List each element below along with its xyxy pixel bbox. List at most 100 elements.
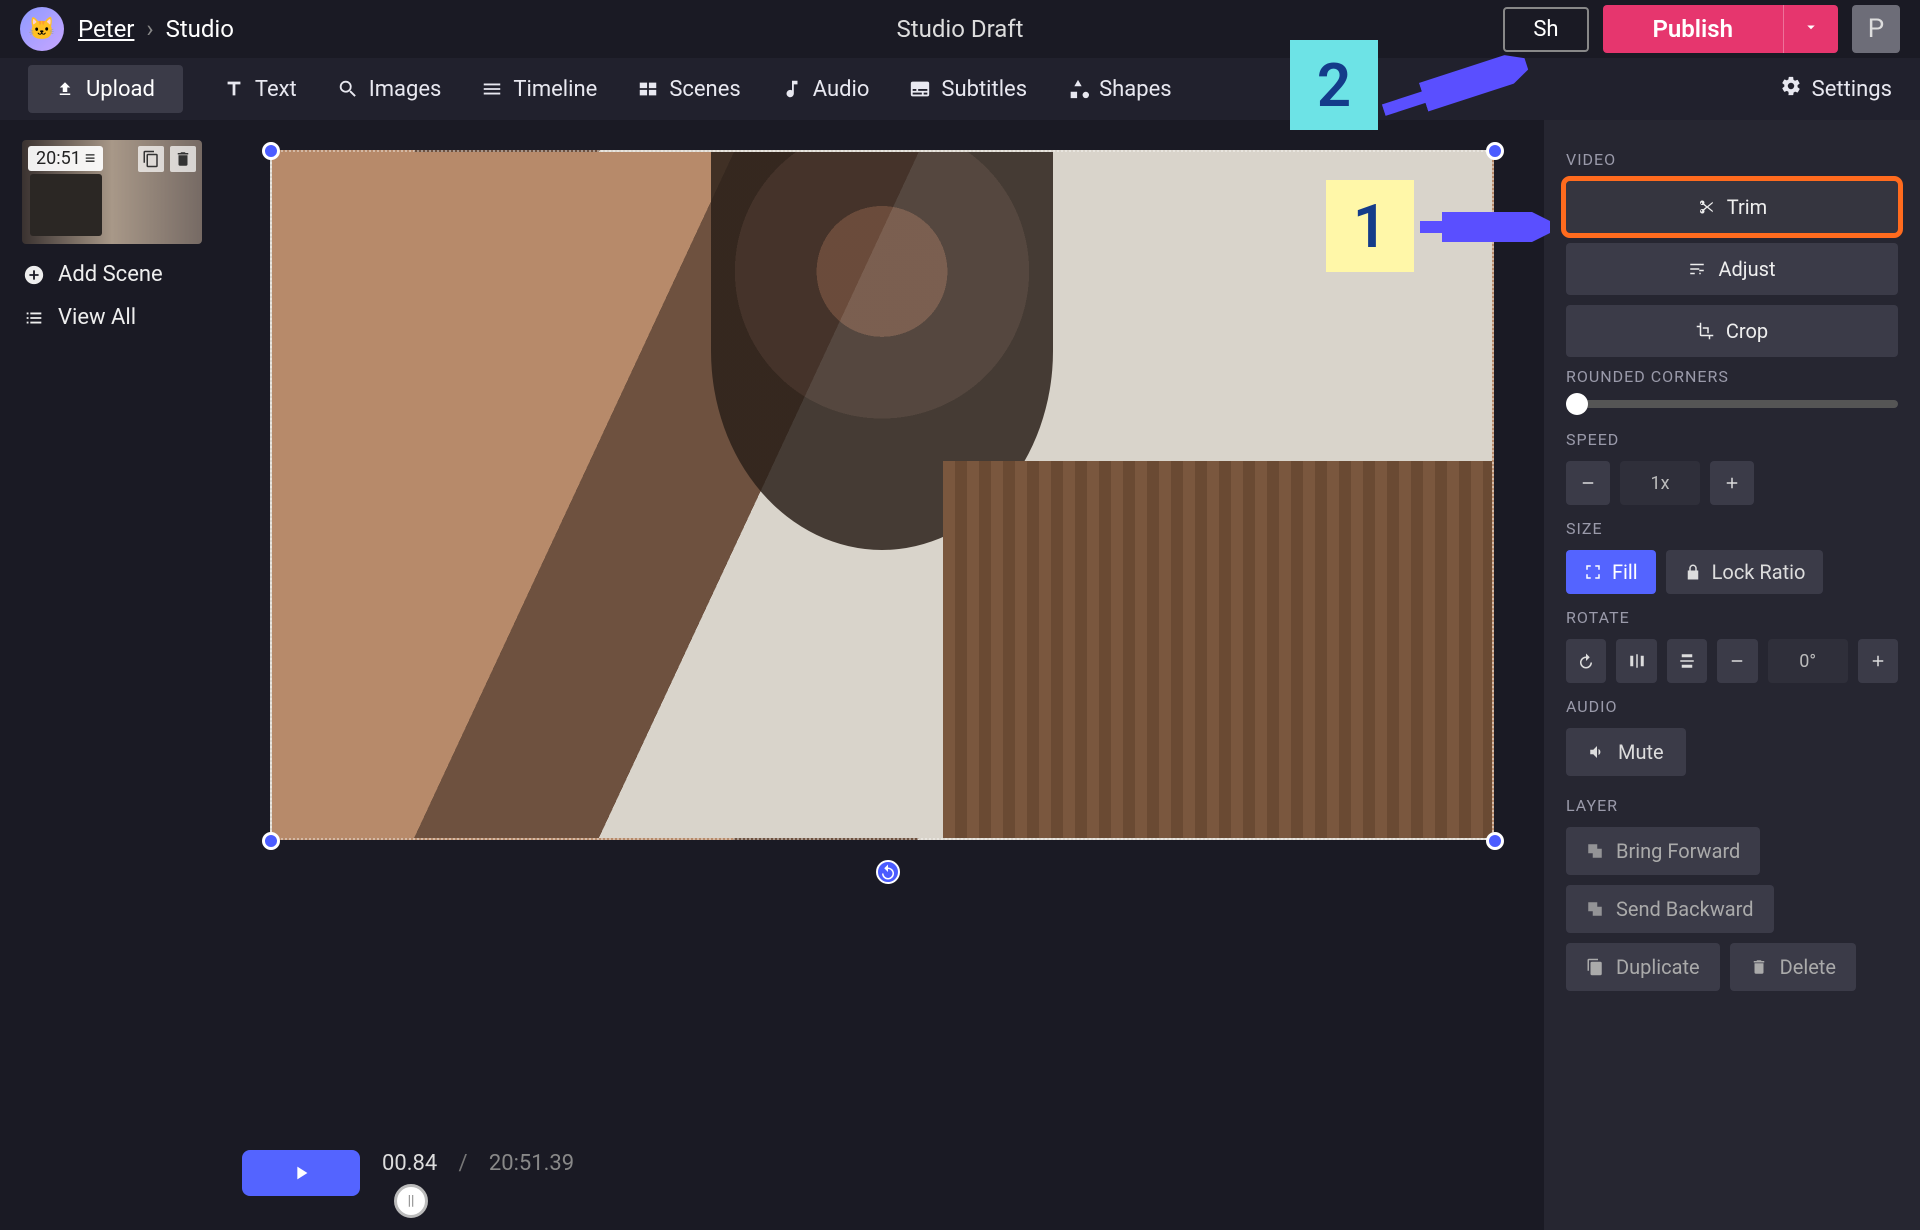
rotate-handle[interactable] [876,860,900,884]
fill-button[interactable]: Fill [1566,550,1656,594]
plus-circle-icon [22,263,46,287]
resize-handle-tr[interactable] [1486,142,1504,160]
angle-increase-button[interactable] [1858,639,1898,683]
resize-handle-tl[interactable] [262,142,280,160]
avatar[interactable]: P [1852,5,1900,53]
duplicate-label: Duplicate [1616,955,1700,979]
rotate-section-label: ROTATE [1566,608,1898,627]
shapes-icon [1067,78,1089,100]
rounded-corners-slider[interactable] [1566,400,1898,408]
flip-vertical-button[interactable] [1667,639,1707,683]
audio-section-label: AUDIO [1566,697,1898,716]
rounded-section-label: ROUNDED CORNERS [1566,367,1898,386]
speed-decrease-button[interactable] [1566,461,1610,505]
app-logo[interactable]: 🐱 [20,7,64,51]
adjust-label: Adjust [1718,257,1775,281]
rotate-cw-button[interactable] [1566,639,1606,683]
tool-subtitles[interactable]: Subtitles [909,77,1027,102]
expand-icon [1584,563,1602,581]
breadcrumb-user[interactable]: Peter [78,15,134,43]
trim-label: Trim [1727,195,1767,219]
tool-shapes[interactable]: Shapes [1067,77,1172,102]
resize-handle-br[interactable] [1486,832,1504,850]
tool-scenes[interactable]: Scenes [637,77,740,102]
delete-button[interactable]: Delete [1730,943,1856,991]
tool-audio[interactable]: Audio [781,77,870,102]
tool-text-label: Text [255,77,297,102]
upload-button[interactable]: Upload [28,65,183,113]
bring-forward-button[interactable]: Bring Forward [1566,827,1760,875]
speed-section-label: SPEED [1566,430,1898,449]
timecode: 00.84 / 20:51.39 [382,1151,1144,1176]
fill-label: Fill [1612,560,1638,584]
lock-ratio-button[interactable]: Lock Ratio [1666,550,1824,594]
plus-icon [1869,652,1887,670]
settings-link[interactable]: Settings [1780,75,1892,103]
tool-audio-label: Audio [813,77,870,102]
send-backward-button[interactable]: Send Backward [1566,885,1774,933]
add-scene-link[interactable]: Add Scene [22,262,228,287]
timeline-thumb[interactable]: || [394,1184,428,1218]
mute-label: Mute [1618,740,1664,764]
angle-decrease-button[interactable] [1717,639,1757,683]
time-total: 20:51.39 [489,1151,574,1176]
play-icon [290,1162,312,1184]
rotate-icon [879,863,897,881]
tool-images[interactable]: Images [337,77,442,102]
scene-thumbnail[interactable]: 20:51 ≡ [22,140,202,244]
scenes-icon [637,78,659,100]
bring-forward-label: Bring Forward [1616,839,1740,863]
duplicate-button[interactable]: Duplicate [1566,943,1720,991]
project-title[interactable]: Studio Draft [896,15,1023,43]
crop-icon [1696,322,1714,340]
upload-label: Upload [86,77,155,102]
publish-button[interactable]: Publish [1603,5,1784,53]
delete-scene-icon[interactable] [170,146,196,172]
speed-value: 1x [1620,461,1700,505]
duplicate-scene-icon[interactable] [138,146,164,172]
tool-subtitles-label: Subtitles [941,77,1027,102]
play-button[interactable] [242,1150,360,1196]
flip-horizontal-button[interactable] [1616,639,1656,683]
upload-icon [56,80,74,98]
copy-icon [1586,958,1604,976]
size-section-label: SIZE [1566,519,1898,538]
bars-icon: ≡ [85,148,96,169]
tool-images-label: Images [369,77,442,102]
crop-button[interactable]: Crop [1566,305,1898,357]
tool-timeline[interactable]: Timeline [481,77,597,102]
video-canvas[interactable] [270,150,1494,840]
speed-increase-button[interactable] [1710,461,1754,505]
chevron-right-icon: › [146,15,153,43]
bring-forward-icon [1586,842,1604,860]
share-button[interactable]: Sh [1503,7,1588,52]
time-current: 00.84 [382,1151,437,1176]
flip-h-icon [1628,652,1646,670]
music-note-icon [781,78,803,100]
resize-handle-bl[interactable] [262,832,280,850]
settings-label: Settings [1812,77,1892,102]
trim-button[interactable]: Trim [1566,181,1898,233]
tool-shapes-label: Shapes [1099,77,1172,102]
rotate-cw-icon [1577,652,1595,670]
scene-duration-badge: 20:51 ≡ [28,146,103,171]
slider-thumb[interactable] [1566,393,1588,415]
adjust-button[interactable]: Adjust [1566,243,1898,295]
scissors-icon [1697,198,1715,216]
scene-duration-text: 20:51 [36,148,81,169]
breadcrumb-section[interactable]: Studio [166,15,234,43]
gear-icon [1780,75,1802,103]
send-backward-label: Send Backward [1616,897,1754,921]
view-all-link[interactable]: View All [22,305,228,330]
mute-button[interactable]: Mute [1566,728,1686,776]
sliders-icon [1688,260,1706,278]
annotation-step-1: 1 [1326,180,1414,272]
video-section-label: VIDEO [1566,150,1898,169]
trash-icon [1750,958,1768,976]
volume-icon [1588,743,1606,761]
publish-dropdown[interactable] [1783,5,1838,53]
tool-text[interactable]: Text [223,77,297,102]
list-icon [22,306,46,330]
crop-label: Crop [1726,319,1768,343]
layer-section-label: LAYER [1566,796,1898,815]
